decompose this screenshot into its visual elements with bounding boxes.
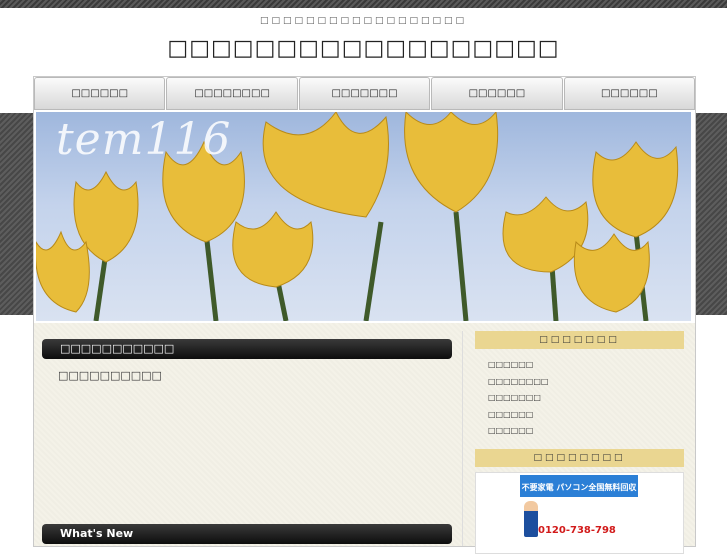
nav-item-5[interactable]: □□□□□□ xyxy=(563,77,696,110)
sidebar-item-1[interactable]: □□□□□□ xyxy=(488,357,708,374)
whats-new-title: What's New xyxy=(42,524,452,544)
ad-phone-number: 0120-738-798 xyxy=(538,524,616,536)
whats-new-section: What's New xyxy=(42,524,452,544)
sidebar-menu-title: □□□□□□□ xyxy=(475,331,684,349)
sidebar-item-5[interactable]: □□□□□□ xyxy=(488,423,708,440)
nav-item-4[interactable]: □□□□□□ xyxy=(431,77,563,110)
main-column: □□□□□□□□□□□ □□□□□□□□□□ What's New xyxy=(42,339,452,549)
top-strip xyxy=(0,0,727,8)
sidebar-ad-title: □□□□□□□□ xyxy=(475,448,684,467)
ad-creative: 不要家電 パソコン全国無料回収 0120-738-798 xyxy=(520,474,638,553)
sidebar-menu: □□□□□□ □□□□□□□□ □□□□□□□ □□□□□□ □□□□□□ xyxy=(475,357,708,440)
site-logo[interactable]: tem116 xyxy=(56,114,231,165)
page-container: □□□□□□ □□□□□□□□ □□□□□□□ □□□□□□ □□□□□□ te… xyxy=(33,76,696,554)
site-title[interactable]: □□□□□□□□□□□□□□□□□□ xyxy=(0,36,727,61)
global-nav: □□□□□□ □□□□□□□□ □□□□□□□ □□□□□□ □□□□□□ xyxy=(34,77,696,110)
content-area: □□□□□□□□□□□ □□□□□□□□□□ What's New □□□□□□… xyxy=(34,323,695,554)
ad-headline: 不要家電 パソコン全国無料回収 xyxy=(521,482,637,492)
sidebar-item-3[interactable]: □□□□□□□ xyxy=(488,390,708,407)
mascot-icon xyxy=(524,500,538,537)
nav-item-1[interactable]: □□□□□□ xyxy=(34,77,166,110)
sidebar-item-2[interactable]: □□□□□□□□ xyxy=(488,374,708,391)
ad-banner[interactable]: 不要家電 パソコン全国無料回収 0120-738-798 xyxy=(475,471,684,554)
sidebar: □□□□□□□ □□□□□□ □□□□□□□□ □□□□□□□ □□□□□□ □… xyxy=(462,331,708,554)
intro-text: □□□□□□□□□□ xyxy=(58,369,162,382)
nav-item-3[interactable]: □□□□□□□ xyxy=(298,77,431,110)
nav-item-2[interactable]: □□□□□□□□ xyxy=(166,77,298,110)
header-banner-image: tem116 xyxy=(36,112,691,321)
sidebar-item-4[interactable]: □□□□□□ xyxy=(488,407,708,424)
site-description: □□□□□□□□□□□□□□□□□□ xyxy=(259,16,468,26)
section-title: □□□□□□□□□□□ xyxy=(42,339,452,359)
